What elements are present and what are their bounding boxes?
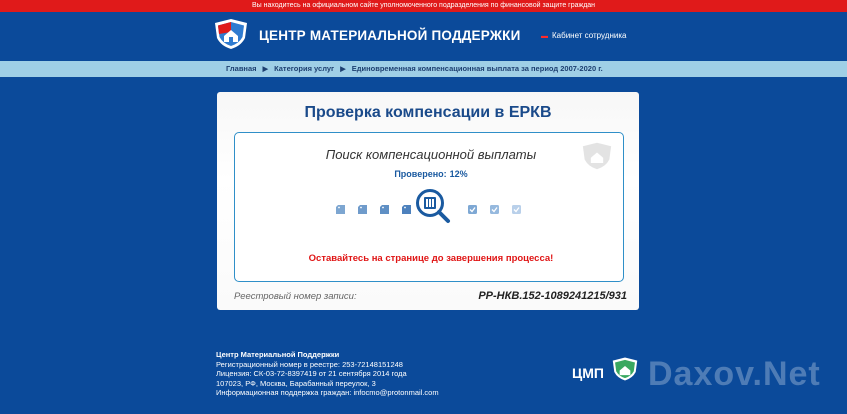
search-title: Поиск компенсационной выплаты xyxy=(325,147,537,162)
tag-icon xyxy=(402,205,411,214)
footer-brand-short: ЦМП xyxy=(572,365,604,381)
tag-icon xyxy=(358,205,367,214)
registry-number: РР-НКВ.152-1089241215/931 xyxy=(478,290,627,302)
chevron-right-icon: ▶ xyxy=(262,66,268,73)
magnifier-icon xyxy=(416,189,450,223)
user-icon: ▬ xyxy=(541,33,548,40)
footer-license: Лицензия: СК-03-72-8397419 от 21 сентябр… xyxy=(216,369,407,378)
site-title[interactable]: ЦЕНТР МАТЕРИАЛЬНОЙ ПОДДЕРЖКИ xyxy=(259,28,521,43)
card-title: Проверка компенсации в ЕРКВ xyxy=(304,104,552,121)
employee-cabinet-link[interactable]: ▬ Кабинет сотрудника xyxy=(541,31,626,40)
breadcrumb-bar: Главная ▶ Категория услуг ▶ Единовременн… xyxy=(0,61,847,77)
shield-house-icon xyxy=(612,357,638,381)
top-notice-bar: Вы находитесь на официальном сайте уполн… xyxy=(0,0,847,12)
check-tag-icon xyxy=(468,205,477,214)
footer-support[interactable]: Информационная поддержка граждан: infocm… xyxy=(216,388,439,398)
progress-value: 12% xyxy=(449,169,468,179)
tag-icon xyxy=(336,205,345,214)
breadcrumb: Главная ▶ Категория услуг ▶ Единовременн… xyxy=(226,61,603,77)
footer-org-name: Центр Материальной Поддержки xyxy=(216,350,340,359)
progress-status: Проверено: 12% xyxy=(235,169,627,179)
search-panel: Поиск компенсационной выплаты Проверено:… xyxy=(234,132,624,282)
top-notice-text: Вы находитесь на официальном сайте уполн… xyxy=(251,2,596,9)
breadcrumb-current: Единовременная компенсационная выплата з… xyxy=(351,64,603,73)
verification-card: Проверка компенсации в ЕРКВ Поиск компен… xyxy=(217,92,639,310)
shield-house-icon[interactable] xyxy=(214,18,248,50)
tag-icon xyxy=(380,205,389,214)
footer-address: 107023, РФ, Москва, Барабанный переулок,… xyxy=(216,378,376,388)
breadcrumb-home[interactable]: Главная xyxy=(226,64,257,73)
stay-on-page-warning: Оставайтесь на странице до завершения пр… xyxy=(308,253,554,264)
progress-label: Проверено: xyxy=(394,169,447,179)
registry-label: Реестровый номер записи: xyxy=(234,291,357,302)
check-tag-icon xyxy=(490,205,499,214)
footer-info: Центр Материальной Поддержки Регистрацио… xyxy=(216,350,439,398)
progress-steps xyxy=(335,189,535,231)
cabinet-label: Кабинет сотрудника xyxy=(552,31,627,40)
check-tag-icon xyxy=(512,205,521,214)
chevron-right-icon: ▶ xyxy=(340,66,346,73)
watermark-text: Daxov.Net xyxy=(648,355,821,393)
breadcrumb-category[interactable]: Категория услуг xyxy=(274,64,334,73)
footer-registration: Регистрационный номер в реестре: 253-721… xyxy=(216,359,403,369)
